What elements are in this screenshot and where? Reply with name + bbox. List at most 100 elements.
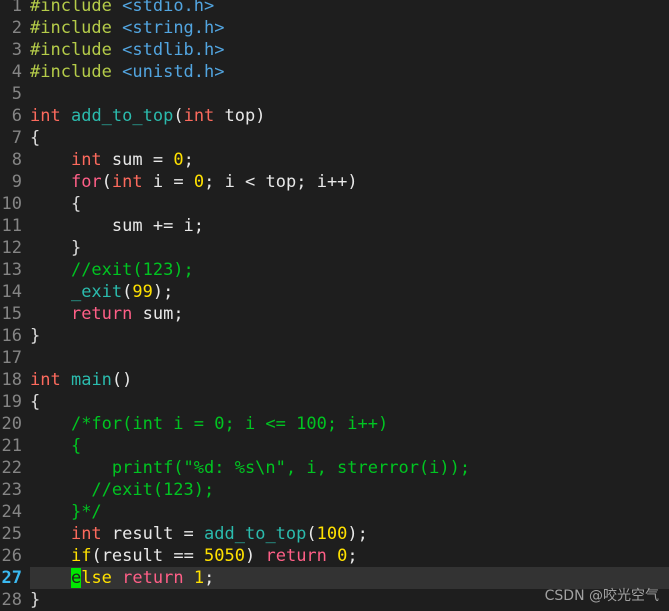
- line-number[interactable]: 7: [0, 127, 22, 149]
- line-number[interactable]: 14: [0, 281, 22, 303]
- code-line[interactable]: 26 if(result == 5050) return 0;: [0, 545, 669, 567]
- code-line-content[interactable]: #include <unistd.h>: [30, 61, 225, 83]
- code-line-content[interactable]: #include <stdio.h>: [30, 0, 214, 17]
- code-line[interactable]: 15 return sum;: [0, 303, 669, 325]
- code-line[interactable]: 13 //exit(123);: [0, 259, 669, 281]
- code-line[interactable]: 25 int result = add_to_top(100);: [0, 523, 669, 545]
- code-line-content[interactable]: {: [30, 435, 81, 457]
- code-line[interactable]: 14 _exit(99);: [0, 281, 669, 303]
- code-line-content[interactable]: printf("%d: %s\n", i, strerror(i));: [30, 457, 470, 479]
- line-number[interactable]: 1: [0, 0, 22, 17]
- code-token: }: [30, 326, 41, 346]
- line-number[interactable]: 23: [0, 479, 22, 501]
- code-line[interactable]: 21 {: [0, 435, 669, 457]
- code-token: i++: [316, 172, 348, 192]
- code-line[interactable]: 22 printf("%d: %s\n", i, strerror(i));: [0, 457, 669, 479]
- code-token: return: [265, 546, 327, 566]
- line-number[interactable]: 13: [0, 259, 22, 281]
- code-line[interactable]: 10 {: [0, 193, 669, 215]
- code-editor[interactable]: 1 #include <stdio.h> 2 #include <string.h> 3…: [0, 0, 669, 611]
- code-line-content[interactable]: /*for(int i = 0; i <= 100; i++): [30, 413, 388, 435]
- line-number[interactable]: 3: [0, 39, 22, 61]
- code-line-content[interactable]: else return 1;: [30, 567, 214, 589]
- code-line[interactable]: 11 sum += i;: [0, 215, 669, 237]
- code-token: ;: [183, 150, 194, 170]
- line-number[interactable]: 22: [0, 457, 22, 479]
- line-number[interactable]: 15: [0, 303, 22, 325]
- code-line[interactable]: 8 int sum = 0;: [0, 149, 669, 171]
- code-line[interactable]: 24 }*/: [0, 501, 669, 523]
- line-number[interactable]: 20: [0, 413, 22, 435]
- code-line[interactable]: 18 int main(): [0, 369, 669, 391]
- line-number[interactable]: 8: [0, 149, 22, 171]
- code-line-content[interactable]: int sum = 0;: [30, 149, 194, 171]
- code-line[interactable]: 3 #include <stdlib.h>: [0, 39, 669, 61]
- code-token: int: [183, 106, 215, 126]
- code-line-content[interactable]: return sum;: [30, 303, 184, 325]
- code-line[interactable]: 6 int add_to_top(int top): [0, 105, 669, 127]
- code-line-content[interactable]: }: [30, 325, 40, 347]
- line-number[interactable]: 9: [0, 171, 22, 193]
- line-number[interactable]: 28: [0, 589, 22, 611]
- code-lines-container[interactable]: 1 #include <stdio.h> 2 #include <string.h> 3…: [0, 0, 669, 611]
- line-number[interactable]: 25: [0, 523, 22, 545]
- code-line[interactable]: 12 }: [0, 237, 669, 259]
- code-line[interactable]: 1 #include <stdio.h>: [0, 0, 669, 17]
- code-line[interactable]: 4 #include <unistd.h>: [0, 61, 669, 83]
- code-line-content[interactable]: //exit(123);: [30, 259, 194, 281]
- code-token: {: [30, 392, 41, 412]
- line-number[interactable]: 12: [0, 237, 22, 259]
- code-line-content[interactable]: #include <stdlib.h>: [30, 39, 225, 61]
- code-line-content[interactable]: sum += i;: [30, 215, 204, 237]
- code-line-content[interactable]: int result = add_to_top(100);: [30, 523, 368, 545]
- code-line-content[interactable]: {: [30, 193, 81, 215]
- csdn-watermark: CSDN @咬光空气: [544, 588, 659, 604]
- code-token: 99: [132, 282, 153, 302]
- line-number[interactable]: 2: [0, 17, 22, 39]
- line-number[interactable]: 18: [0, 369, 22, 391]
- line-number[interactable]: 21: [0, 435, 22, 457]
- code-line[interactable]: 9 for(int i = 0; i < top; i++): [0, 171, 669, 193]
- code-line[interactable]: 23 //exit(123);: [0, 479, 669, 501]
- line-number[interactable]: 19: [0, 391, 22, 413]
- code-line-content[interactable]: #include <string.h>: [30, 17, 225, 39]
- code-line-content[interactable]: _exit(99);: [30, 281, 173, 303]
- code-token: if: [70, 546, 92, 566]
- line-number[interactable]: 11: [0, 215, 22, 237]
- code-line-content[interactable]: int add_to_top(int top): [30, 105, 266, 127]
- code-line[interactable]: 20 /*for(int i = 0; i <= 100; i++): [0, 413, 669, 435]
- code-line-content[interactable]: }: [30, 589, 40, 611]
- code-line[interactable]: 2 #include <string.h>: [0, 17, 669, 39]
- code-line[interactable]: 19 {: [0, 391, 669, 413]
- code-line-content[interactable]: {: [30, 391, 40, 413]
- line-number[interactable]: 4: [0, 61, 22, 83]
- code-line-content[interactable]: if(result == 5050) return 0;: [30, 545, 358, 567]
- code-line-content[interactable]: }: [30, 237, 81, 259]
- code-token: //exit(123);: [91, 480, 215, 500]
- code-line-content[interactable]: {: [30, 127, 40, 149]
- line-number[interactable]: 24: [0, 501, 22, 523]
- line-number[interactable]: 5: [0, 83, 22, 105]
- code-token: );: [152, 282, 174, 302]
- line-number[interactable]: 27: [0, 567, 22, 589]
- code-token: /*for(int i = 0; i <= 100; i++): [70, 414, 389, 434]
- code-line-content[interactable]: //exit(123);: [30, 479, 214, 501]
- code-line-content[interactable]: for(int i = 0; i < top; i++): [30, 171, 358, 193]
- code-line[interactable]: 17: [0, 347, 669, 369]
- code-line-content[interactable]: int main(): [30, 369, 132, 391]
- code-line[interactable]: 16}: [0, 325, 669, 347]
- line-number[interactable]: 17: [0, 347, 22, 369]
- code-line-content[interactable]: }*/: [30, 501, 102, 523]
- line-number[interactable]: 16: [0, 325, 22, 347]
- code-line[interactable]: 7{: [0, 127, 669, 149]
- line-number[interactable]: 10: [0, 193, 22, 215]
- line-number[interactable]: 6: [0, 105, 22, 127]
- code-token: result ==: [101, 546, 205, 566]
- line-number[interactable]: 26: [0, 545, 22, 567]
- code-token: #include: [30, 40, 112, 60]
- code-line[interactable]: 5: [0, 83, 669, 105]
